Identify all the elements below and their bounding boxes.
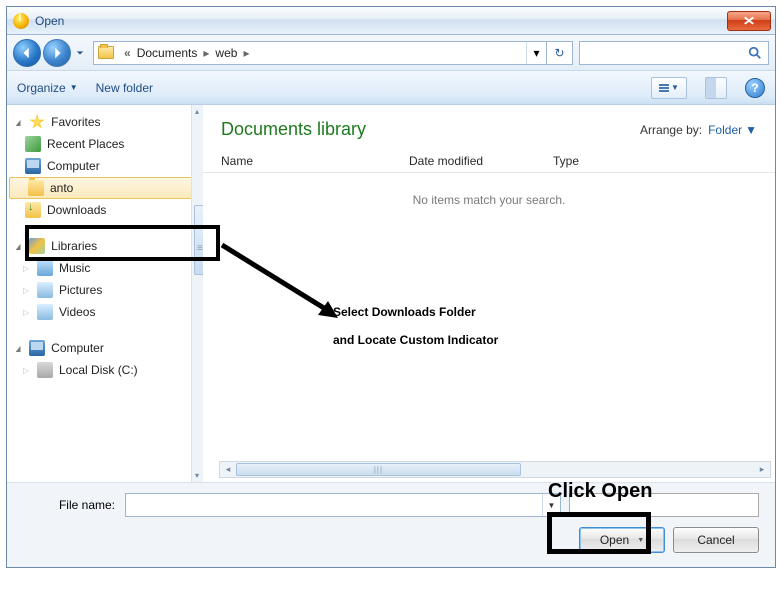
libraries-icon — [29, 238, 45, 254]
address-dropdown[interactable]: ▾ — [526, 42, 546, 64]
library-title: Documents library — [221, 119, 366, 140]
preview-pane-toggle[interactable] — [705, 77, 727, 99]
horizontal-scrollbar[interactable]: ◂ ||| ▸ — [219, 461, 771, 478]
new-folder-button[interactable]: New folder — [96, 81, 153, 95]
chevron-down-icon: ▼ — [70, 83, 78, 92]
sidebar-section-libraries[interactable]: Libraries — [7, 235, 202, 257]
filename-input[interactable]: ▼ — [125, 493, 561, 517]
filename-label: File name: — [23, 498, 117, 512]
list-icon — [659, 84, 669, 92]
folder-icon — [28, 180, 44, 196]
dialog-footer: File name: ▼ Open▼ Cancel — [7, 482, 775, 567]
view-options-button[interactable]: ▼ — [651, 77, 687, 99]
forward-button[interactable] — [43, 39, 71, 67]
titlebar: Open ✕ — [7, 7, 775, 35]
sidebar-scrollbar[interactable] — [191, 105, 203, 482]
recent-icon — [25, 136, 41, 152]
breadcrumb-item-documents[interactable]: Documents — [137, 46, 198, 60]
sidebar-item-recent-places[interactable]: Recent Places — [7, 133, 202, 155]
sidebar-item-downloads[interactable]: Downloads — [7, 199, 202, 221]
scroll-right-button[interactable]: ▸ — [754, 464, 770, 475]
column-type[interactable]: Type — [553, 154, 757, 168]
close-icon: ✕ — [742, 14, 755, 28]
column-headers[interactable]: Name Date modified Type — [203, 146, 775, 173]
chevron-down-icon: ▼ — [671, 83, 679, 92]
search-input[interactable] — [579, 41, 769, 65]
window-title: Open — [35, 14, 727, 28]
open-file-dialog: Open ✕ « Documents ▸ web ▸ ▾ ↻ Organize▼… — [6, 6, 776, 568]
arrange-by-dropdown[interactable]: Folder▼ — [708, 123, 757, 137]
organize-menu[interactable]: Organize▼ — [17, 81, 78, 95]
chevron-down-icon: ▼ — [745, 123, 757, 137]
breadcrumb: « Documents ▸ web ▸ — [118, 46, 526, 60]
computer-icon — [29, 340, 45, 356]
sidebar-item-music[interactable]: Music — [7, 257, 202, 279]
column-date-modified[interactable]: Date modified — [409, 154, 553, 168]
sidebar-section-favorites[interactable]: Favorites — [7, 111, 202, 133]
sidebar-item-pictures[interactable]: Pictures — [7, 279, 202, 301]
empty-message: No items match your search. — [203, 173, 775, 227]
breadcrumb-item-web[interactable]: web — [215, 46, 237, 60]
scrollbar-grip: ≡ — [197, 243, 201, 254]
sidebar-item-anto[interactable]: anto — [9, 177, 200, 199]
address-bar[interactable]: « Documents ▸ web ▸ ▾ ↻ — [93, 41, 573, 65]
star-icon — [29, 114, 45, 130]
arrow-right-icon — [50, 46, 64, 60]
file-type-filter[interactable] — [569, 493, 759, 517]
toolbar: Organize▼ New folder ▼ ? — [7, 71, 775, 105]
filename-dropdown[interactable]: ▼ — [542, 494, 560, 516]
folder-icon — [94, 46, 118, 59]
split-caret-icon: ▼ — [637, 537, 644, 544]
back-button[interactable] — [13, 39, 41, 67]
music-icon — [37, 260, 53, 276]
nav-history-dropdown[interactable] — [73, 39, 87, 67]
breadcrumb-root-chevron[interactable]: « — [124, 46, 131, 60]
disk-icon — [37, 362, 53, 378]
sidebar-section-computer[interactable]: Computer — [7, 337, 202, 359]
nav-bar: « Documents ▸ web ▸ ▾ ↻ — [7, 35, 775, 71]
sidebar-item-computer[interactable]: Computer — [7, 155, 202, 177]
file-list-area: Documents library Arrange by: Folder▼ Na… — [203, 105, 775, 482]
chevron-down-icon — [76, 49, 84, 57]
pictures-icon — [37, 282, 53, 298]
computer-icon — [25, 158, 41, 174]
close-button[interactable]: ✕ — [727, 11, 771, 31]
scrollbar-thumb[interactable]: ||| — [236, 463, 521, 476]
open-button[interactable]: Open▼ — [579, 527, 665, 553]
sidebar-item-videos[interactable]: Videos — [7, 301, 202, 323]
search-icon — [748, 46, 762, 60]
chevron-right-icon: ▸ — [203, 46, 209, 60]
scroll-left-button[interactable]: ◂ — [220, 464, 236, 475]
arrange-by-label: Arrange by: — [640, 123, 702, 137]
cancel-button[interactable]: Cancel — [673, 527, 759, 553]
downloads-icon — [25, 202, 41, 218]
navigation-sidebar: Favorites Recent Places Computer anto Do… — [7, 105, 203, 482]
refresh-button[interactable]: ↻ — [546, 42, 572, 64]
app-icon — [13, 13, 29, 29]
arrow-left-icon — [20, 46, 34, 60]
sidebar-item-local-disk-c[interactable]: Local Disk (C:) — [7, 359, 202, 381]
scrollbar-thumb[interactable] — [194, 205, 203, 275]
videos-icon — [37, 304, 53, 320]
help-button[interactable]: ? — [745, 78, 765, 98]
column-name[interactable]: Name — [221, 154, 409, 168]
chevron-right-icon: ▸ — [243, 46, 249, 60]
